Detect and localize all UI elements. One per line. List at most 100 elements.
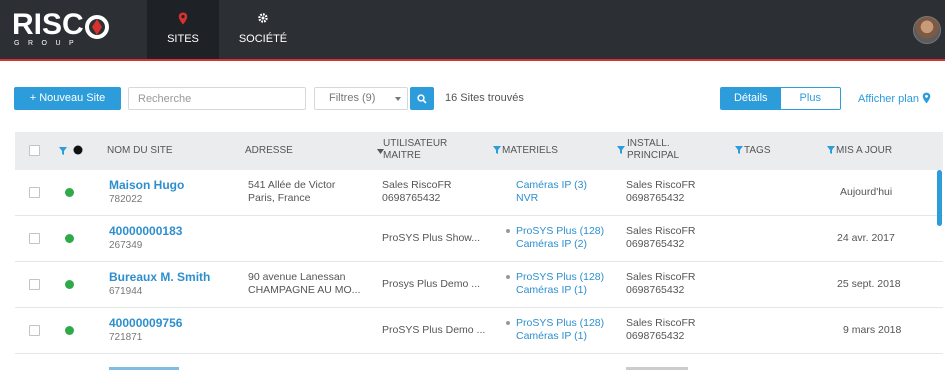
installer-name: Sales RiscoFR xyxy=(626,225,696,237)
online-status-dot xyxy=(65,188,74,197)
online-status-dot xyxy=(65,234,74,243)
view-details-button[interactable]: Détails xyxy=(721,88,781,109)
risco-logo[interactable]: RISC GROUP xyxy=(12,8,112,50)
online-status-dot xyxy=(65,280,74,289)
online-status-dot xyxy=(65,326,74,335)
installer-phone: 0698765432 xyxy=(626,330,685,342)
filter-icon xyxy=(827,146,835,154)
sort-desc-icon xyxy=(377,149,384,154)
filters-dropdown[interactable]: Filtres (9) xyxy=(314,87,408,110)
new-site-button[interactable]: + Nouveau Site xyxy=(14,87,121,110)
status-dot-icon xyxy=(73,145,83,155)
search-input[interactable] xyxy=(128,87,306,110)
last-updated: 24 avr. 2017 xyxy=(837,232,895,244)
hardware-header-label: MATERIELS xyxy=(502,145,558,156)
address-line1: 541 Allée de Victor xyxy=(248,179,336,191)
select-all-checkbox[interactable] xyxy=(29,145,40,156)
site-id: 671944 xyxy=(109,286,143,297)
logo-symbol-icon xyxy=(85,15,109,39)
installer-phone: 0698765432 xyxy=(626,238,685,250)
hardware-link[interactable]: Caméras IP (3) xyxy=(516,179,587,192)
row-checkbox[interactable] xyxy=(29,187,40,198)
last-updated: Aujourd'hui xyxy=(840,186,893,198)
table-row-partial xyxy=(15,356,943,370)
row-checkbox[interactable] xyxy=(29,325,40,336)
map-pin-icon xyxy=(178,12,188,25)
map-pin-icon xyxy=(922,92,931,104)
table-scrollbar[interactable] xyxy=(937,170,942,226)
search-button[interactable] xyxy=(410,87,434,110)
site-name-link[interactable]: Maison Hugo xyxy=(109,178,184,192)
gear-icon xyxy=(258,13,268,23)
panel-status-bullet xyxy=(506,321,510,325)
last-updated: 25 sept. 2018 xyxy=(837,278,901,290)
updated-header-label: MIS A JOUR xyxy=(836,145,893,156)
table-row[interactable]: Bureaux M. Smith 671944 90 avenue Laness… xyxy=(15,262,943,308)
tags-header-label: TAGS xyxy=(744,145,771,156)
hardware-link[interactable]: Caméras IP (1) xyxy=(516,330,587,343)
tab-company-label: SOCIÉTÉ xyxy=(238,33,288,45)
installer-name: Sales RiscoFR xyxy=(626,271,696,283)
master-user-name: Sales RiscoFR xyxy=(382,179,452,191)
site-id: 782022 xyxy=(109,194,143,205)
installer-name: Sales RiscoFR xyxy=(626,317,696,329)
filter-icon xyxy=(735,146,743,154)
updated-column-header[interactable]: MIS A JOUR xyxy=(827,145,892,157)
tab-company[interactable]: SOCIÉTÉ xyxy=(227,0,299,59)
address-line1: 90 avenue Lanessan xyxy=(248,271,346,283)
panel-status-bullet xyxy=(506,275,510,279)
hardware-link[interactable]: Caméras IP (1) xyxy=(516,284,587,297)
site-id: 267349 xyxy=(109,240,143,251)
site-name-column-header[interactable]: NOM DU SITE xyxy=(107,145,173,157)
table-row[interactable]: 40000000183 267349 ProSYS Plus Show... P… xyxy=(15,216,943,262)
site-id: 721871 xyxy=(109,332,143,343)
hardware-link[interactable]: ProSYS Plus (128) xyxy=(516,317,604,330)
row-checkbox[interactable] xyxy=(29,233,40,244)
installer-name: Sales RiscoFR xyxy=(626,179,696,191)
site-name-link[interactable]: 40000009756 xyxy=(109,316,182,330)
table-row[interactable]: Maison Hugo 782022 541 Allée de Victor P… xyxy=(15,170,943,216)
panel-status-bullet xyxy=(506,229,510,233)
view-toggle: Détails Plus xyxy=(720,87,841,110)
installer-column-header[interactable]: INSTALL. PRINCIPAL xyxy=(617,138,679,162)
hardware-link[interactable]: ProSYS Plus (128) xyxy=(516,271,604,284)
site-name-link[interactable]: 40000000183 xyxy=(109,224,182,238)
row-checkbox[interactable] xyxy=(29,279,40,290)
installer-header-line2: PRINCIPAL xyxy=(627,150,680,161)
hardware-link[interactable]: ProSYS Plus (128) xyxy=(516,225,604,238)
tags-column-header[interactable]: TAGS xyxy=(735,145,770,157)
tab-sites[interactable]: SITES xyxy=(147,0,219,59)
last-updated: 9 mars 2018 xyxy=(843,324,902,336)
hardware-link[interactable]: NVR xyxy=(516,192,538,205)
master-user-phone: 0698765432 xyxy=(382,192,441,204)
filters-label: Filtres (9) xyxy=(329,92,376,104)
address-line2: CHAMPAGNE AU MO... xyxy=(248,284,361,296)
chevron-down-icon xyxy=(395,97,401,101)
site-name-link[interactable]: Bureaux M. Smith xyxy=(109,270,210,284)
table-header: NOM DU SITE ADRESSE UTILISATEUR MAITRE M… xyxy=(15,132,943,170)
status-column-header[interactable] xyxy=(59,145,83,158)
user-avatar[interactable] xyxy=(913,16,941,44)
tab-sites-label: SITES xyxy=(167,33,199,45)
master-user-name: ProSYS Plus Demo ... xyxy=(382,324,486,336)
installer-header-line1: INSTALL. xyxy=(627,138,670,149)
topbar-accent-line xyxy=(0,59,945,61)
show-map-link[interactable]: Afficher plan xyxy=(858,92,931,105)
filter-icon xyxy=(617,146,625,154)
table-row[interactable]: 40000009756 721871 ProSYS Plus Demo ... … xyxy=(15,308,943,354)
master-user-name: Prosys Plus Demo ... xyxy=(382,278,481,290)
filter-icon xyxy=(59,147,67,155)
logo-subtitle: GROUP xyxy=(14,40,83,47)
logo-text: RISC xyxy=(12,8,84,41)
master-user-column-header[interactable]: UTILISATEUR MAITRE xyxy=(377,138,447,162)
show-map-label: Afficher plan xyxy=(858,93,919,105)
address-column-header[interactable]: ADRESSE xyxy=(245,145,293,157)
hardware-column-header[interactable]: MATERIELS xyxy=(493,145,558,157)
master-user-header-line2: MAITRE xyxy=(383,150,421,161)
installer-phone: 0698765432 xyxy=(626,192,685,204)
hardware-link[interactable]: Caméras IP (2) xyxy=(516,238,587,251)
installer-phone: 0698765432 xyxy=(626,284,685,296)
filter-icon xyxy=(493,146,501,154)
view-more-button[interactable]: Plus xyxy=(780,88,840,109)
master-user-header-line1: UTILISATEUR xyxy=(383,138,448,149)
